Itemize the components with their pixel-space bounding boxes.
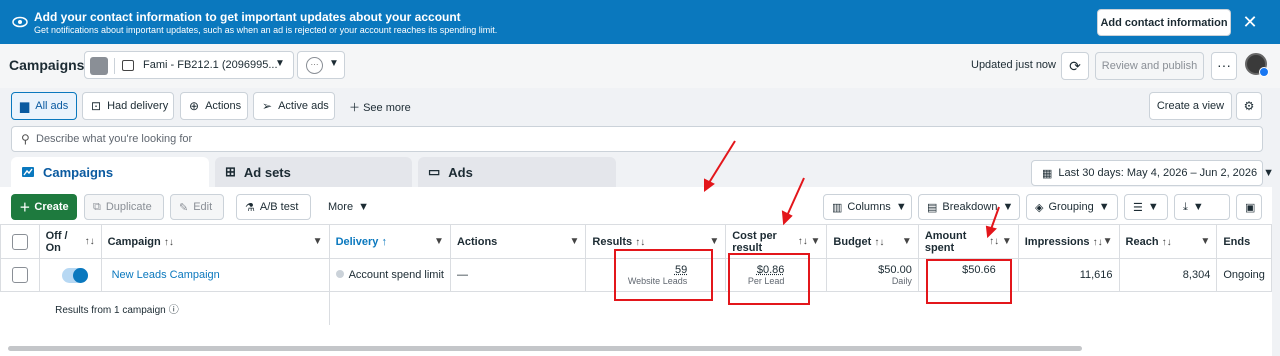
arrow-results — [706, 140, 736, 187]
arrowhead-icon — [985, 225, 997, 239]
arrow-cost-per-result — [785, 177, 805, 219]
arrowhead-icon — [704, 178, 715, 192]
annotation-arrows — [704, 140, 1000, 239]
arrowhead-icon — [781, 210, 793, 226]
